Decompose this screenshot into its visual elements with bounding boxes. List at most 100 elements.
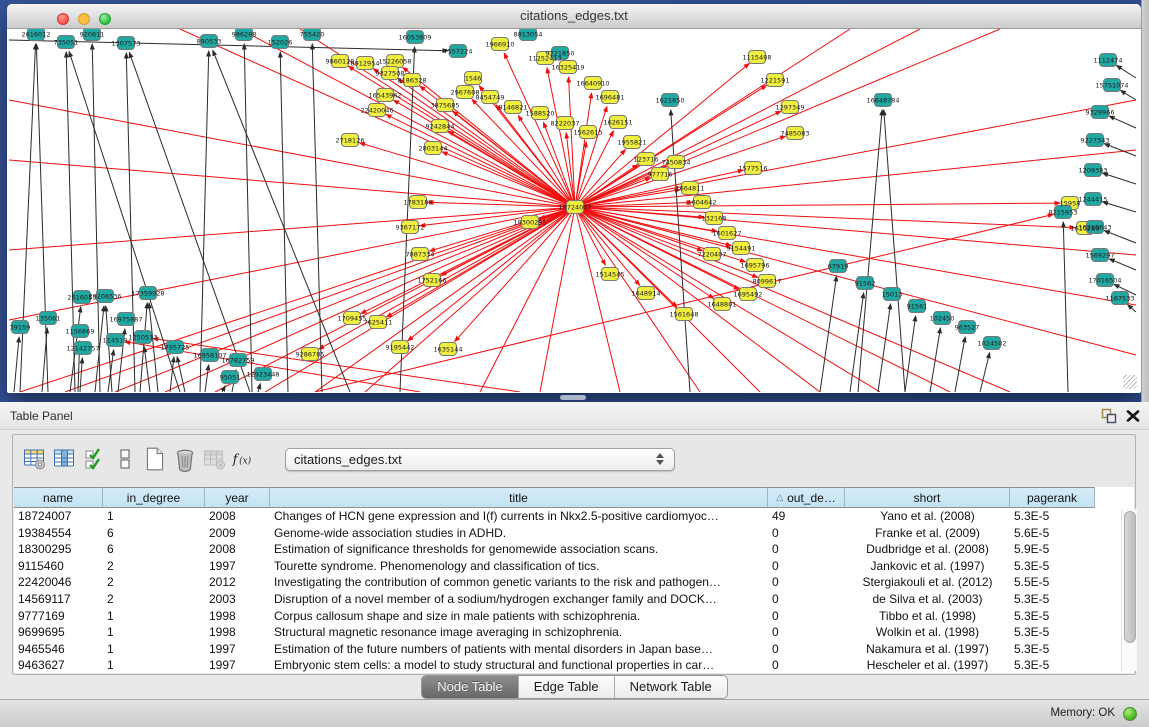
table-row[interactable]: 977716911998Corpus callosum shape and si… (14, 608, 1134, 625)
network-edge[interactable] (980, 353, 990, 392)
table-row[interactable]: 2242004622012Investigating the contribut… (14, 574, 1134, 591)
network-edge[interactable] (265, 207, 575, 392)
table-vertical-scrollbar[interactable] (1121, 509, 1137, 671)
minimize-window-icon[interactable] (78, 13, 90, 25)
tab-edge-table[interactable]: Edge Table (519, 676, 615, 698)
cell-year[interactable]: 1998 (205, 608, 270, 625)
table-row[interactable]: 946362711997Embryonic stem cells: a mode… (14, 657, 1134, 673)
table-row[interactable]: 1872400712008Changes of HCN gene express… (14, 508, 1134, 525)
cell-year[interactable]: 2009 (205, 525, 270, 542)
cell-in_degree[interactable]: 1 (103, 624, 205, 641)
network-edge[interactable] (1120, 90, 1136, 100)
close-panel-icon[interactable] (1126, 408, 1140, 424)
network-edge[interactable] (240, 29, 575, 207)
column-header-pagerank[interactable]: pagerank (1010, 487, 1095, 508)
cell-out_degree[interactable]: 0 (768, 624, 845, 641)
cell-out_degree[interactable]: 0 (768, 608, 845, 625)
table-row[interactable]: 1456911722003Disruption of a novel membe… (14, 591, 1134, 608)
network-edge[interactable] (153, 338, 520, 392)
cell-short[interactable]: Wolkin et al. (1998) (845, 624, 1010, 641)
network-edge[interactable] (1109, 116, 1136, 128)
network-edge[interactable] (9, 160, 575, 207)
network-edge[interactable] (205, 365, 209, 392)
scrollbar-thumb[interactable] (1124, 511, 1136, 643)
network-edge[interactable] (540, 207, 575, 392)
cell-pagerank[interactable]: 5.3E-5 (1010, 608, 1095, 625)
network-edge[interactable] (360, 143, 575, 207)
cell-out_degree[interactable]: 0 (768, 541, 845, 558)
cell-year[interactable]: 2008 (205, 541, 270, 558)
cell-year[interactable]: 1997 (205, 558, 270, 575)
cell-title[interactable]: Genome-wide association studies in ADHD. (270, 525, 768, 542)
network-edge[interactable] (42, 328, 47, 392)
network-canvas[interactable]: 1872400718300295986012889129541522605893… (8, 29, 1140, 392)
cell-name[interactable]: 9699695 (14, 624, 103, 641)
network-edge[interactable] (144, 347, 150, 392)
cell-title[interactable]: Estimation of significance thresholds fo… (270, 541, 768, 558)
cell-title[interactable]: Changes of HCN gene expression and I(f) … (270, 508, 768, 525)
cell-title[interactable]: Estimation of the future numbers of pati… (270, 641, 768, 658)
column-header-out_degree[interactable]: △out_de… (768, 487, 845, 508)
cell-title[interactable]: Embryonic stem cells: a model to study s… (270, 657, 768, 673)
network-edge[interactable] (80, 358, 82, 392)
column-header-title[interactable]: title (270, 487, 768, 508)
network-edge[interactable] (1103, 202, 1136, 212)
new-document-icon[interactable] (141, 445, 168, 473)
cell-short[interactable]: Stergiakouli et al. (2012) (845, 574, 1010, 591)
network-edge[interactable] (9, 207, 575, 320)
network-edge[interactable] (92, 44, 100, 392)
network-edge[interactable] (575, 207, 1075, 228)
cell-out_degree[interactable]: 49 (768, 508, 845, 525)
cell-short[interactable]: Hescheler et al. (1997) (845, 657, 1010, 673)
cell-pagerank[interactable]: 5.3E-5 (1010, 591, 1095, 608)
network-edge[interactable] (1116, 65, 1136, 78)
network-edge[interactable] (547, 68, 575, 207)
cell-in_degree[interactable]: 1 (103, 608, 205, 625)
network-edge[interactable] (442, 152, 575, 207)
network-edge[interactable] (258, 384, 260, 392)
cell-year[interactable]: 1998 (205, 624, 270, 641)
network-edge[interactable] (215, 207, 575, 392)
network-edge[interactable] (9, 207, 575, 250)
cell-name[interactable]: 9115460 (14, 558, 103, 575)
cell-short[interactable]: Tibbo et al. (1998) (845, 608, 1010, 625)
cell-name[interactable]: 19384554 (14, 525, 103, 542)
network-edge[interactable] (449, 131, 575, 207)
cell-in_degree[interactable]: 2 (103, 591, 205, 608)
function-builder-icon[interactable]: f (x) (231, 445, 258, 473)
network-edge[interactable] (222, 386, 225, 392)
cell-pagerank[interactable]: 5.3E-5 (1010, 624, 1095, 641)
window-titlebar[interactable]: citations_edges.txt (7, 4, 1141, 29)
tab-node-table[interactable]: Node Table (422, 676, 519, 698)
cell-out_degree[interactable]: 0 (768, 591, 845, 608)
network-edge[interactable] (115, 207, 575, 392)
cell-in_degree[interactable]: 1 (103, 641, 205, 658)
memory-status-icon[interactable] (1123, 707, 1137, 721)
network-edge[interactable] (850, 293, 864, 392)
cell-pagerank[interactable]: 5.6E-5 (1010, 525, 1095, 542)
cell-name[interactable]: 9777169 (14, 608, 103, 625)
cell-pagerank[interactable]: 5.3E-5 (1010, 508, 1095, 525)
cell-name[interactable]: 9465546 (14, 641, 103, 658)
network-edge[interactable] (955, 337, 965, 392)
network-window[interactable]: citations_edges.txt 18724007183002959860… (7, 4, 1141, 393)
network-edge[interactable] (1104, 231, 1136, 243)
network-edge[interactable] (66, 52, 75, 392)
table-row[interactable]: 969969511998Structural magnetic resonanc… (14, 624, 1134, 641)
cell-pagerank[interactable]: 5.3E-5 (1010, 641, 1095, 658)
cell-title[interactable]: Corpus callosum shape and size in male p… (270, 608, 768, 625)
network-edge[interactable] (568, 77, 575, 207)
cell-short[interactable]: Nakamura et al. (1997) (845, 641, 1010, 658)
cell-name[interactable]: 18300295 (14, 541, 103, 558)
network-edge[interactable] (905, 316, 916, 392)
tab-network-table[interactable]: Network Table (615, 676, 727, 698)
network-edge[interactable] (575, 107, 607, 207)
cell-name[interactable]: 22420046 (14, 574, 103, 591)
network-edge[interactable] (20, 44, 36, 392)
cell-name[interactable]: 18724007 (14, 508, 103, 525)
cell-name[interactable]: 14569117 (14, 591, 103, 608)
cell-year[interactable]: 1997 (205, 657, 270, 673)
cell-in_degree[interactable]: 1 (103, 508, 205, 525)
cell-out_degree[interactable]: 0 (768, 574, 845, 591)
cell-in_degree[interactable]: 2 (103, 558, 205, 575)
